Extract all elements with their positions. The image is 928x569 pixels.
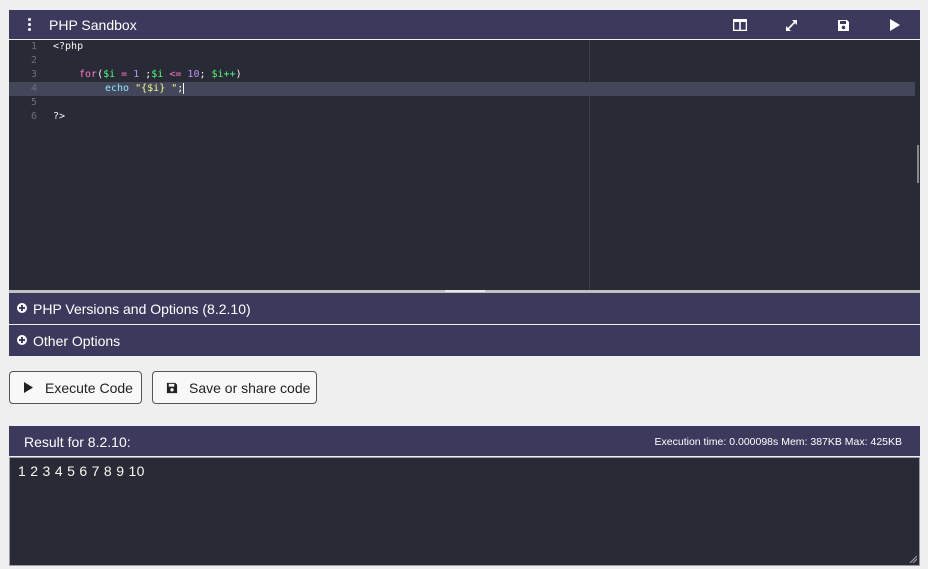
- result-output: 1 2 3 4 5 6 7 8 9 10: [18, 463, 145, 479]
- code-token: "{$i} ": [135, 83, 178, 94]
- code-token: <?php: [53, 41, 84, 52]
- line-number: 2: [30, 55, 37, 66]
- line-number: 6: [30, 111, 37, 122]
- code-token: <=: [163, 69, 188, 80]
- save-icon: [166, 382, 178, 394]
- code-line: 5: [9, 96, 915, 110]
- play-icon[interactable]: [885, 15, 905, 35]
- execution-stats: Execution time: 0.000098s Mem: 387KB Max…: [654, 436, 902, 448]
- resize-grip-icon[interactable]: [909, 555, 917, 563]
- code-line: 1 <?php: [9, 40, 915, 54]
- line-number: 4: [30, 83, 37, 94]
- accordion-label: Other Options: [33, 333, 121, 349]
- code-token: =: [115, 69, 134, 80]
- editor-scrollbar[interactable]: [915, 40, 920, 290]
- code-token: ;: [199, 69, 212, 80]
- code-token: echo: [105, 83, 130, 94]
- execute-code-label: Execute Code: [45, 379, 133, 396]
- split-layout-icon[interactable]: [730, 15, 750, 35]
- code-editor[interactable]: 1 <?php 2 3 for($i = 1 ;$i <= 10; $i++) …: [9, 40, 920, 290]
- plus-circle-icon: [17, 335, 27, 345]
- save-share-label: Save or share code: [189, 379, 311, 396]
- execute-code-button[interactable]: Execute Code: [9, 371, 142, 404]
- other-options-accordion[interactable]: Other Options: [9, 325, 920, 356]
- kebab-menu-icon[interactable]: [23, 16, 35, 34]
- result-output-panel[interactable]: 1 2 3 4 5 6 7 8 9 10: [9, 457, 920, 566]
- code-token: 10: [187, 69, 200, 80]
- line-number: 1: [30, 41, 37, 52]
- sandbox-header: PHP Sandbox: [9, 10, 920, 39]
- php-versions-accordion[interactable]: PHP Versions and Options (8.2.10): [9, 293, 920, 324]
- code-line: 2: [9, 54, 915, 68]
- expand-icon[interactable]: [781, 15, 801, 35]
- accordion-label: PHP Versions and Options (8.2.10): [33, 301, 251, 317]
- line-number: 3: [30, 69, 37, 80]
- save-share-button[interactable]: Save or share code: [152, 371, 317, 404]
- resize-grip[interactable]: [445, 290, 485, 292]
- code-token: $i: [151, 69, 164, 80]
- code-token: ?>: [53, 111, 66, 122]
- code-token: ): [235, 69, 242, 80]
- code-line-active: 4 echo "{$i} ";: [9, 82, 915, 96]
- play-icon: [23, 381, 34, 394]
- code-token: $i++: [211, 69, 236, 80]
- result-title: Result for 8.2.10:: [24, 434, 131, 450]
- line-number: 5: [30, 97, 37, 108]
- save-icon[interactable]: [833, 15, 853, 35]
- code-line: 6 ?>: [9, 110, 915, 124]
- code-token: ;: [139, 69, 152, 80]
- text-cursor: [183, 82, 185, 94]
- code-line: 3 for($i = 1 ;$i <= 10; $i++): [9, 68, 915, 82]
- code-token: $i: [103, 69, 116, 80]
- plus-circle-icon: [17, 303, 27, 313]
- result-header: Result for 8.2.10: Execution time: 0.000…: [9, 426, 920, 456]
- code-token: for: [79, 69, 98, 80]
- page-title: PHP Sandbox: [49, 17, 137, 33]
- scrollbar-thumb[interactable]: [917, 145, 919, 183]
